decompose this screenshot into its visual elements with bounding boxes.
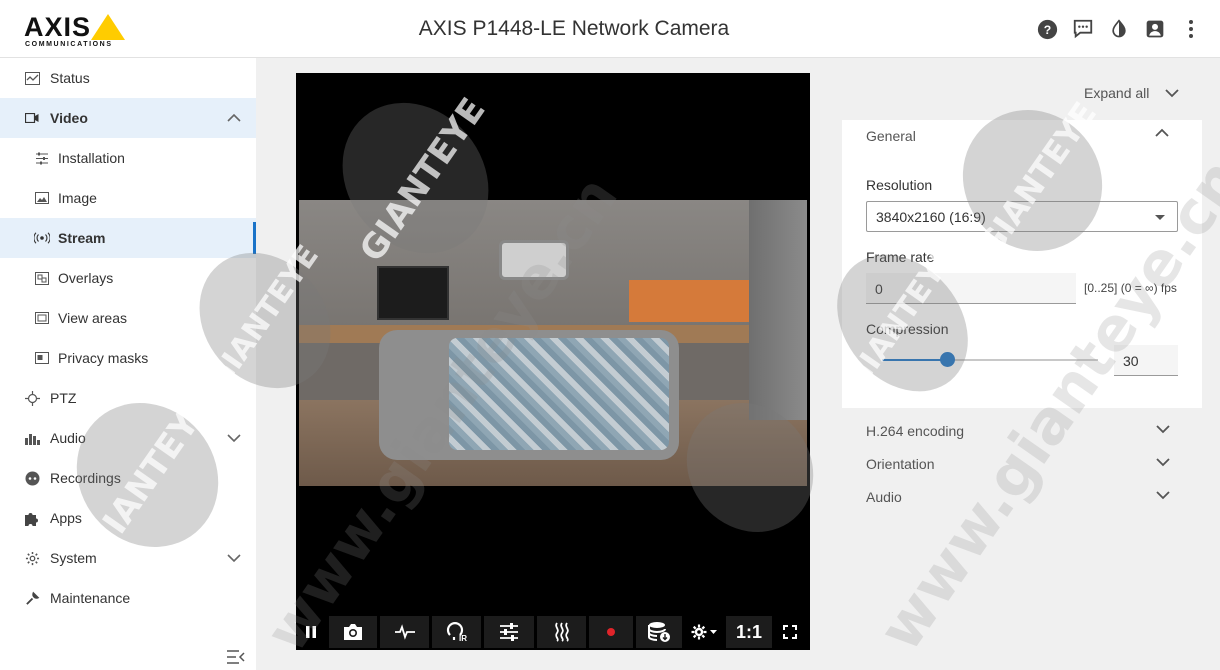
- apps-icon: [24, 510, 40, 526]
- fullscreen-button[interactable]: [775, 616, 805, 648]
- section-title: Orientation: [866, 456, 935, 472]
- privacy-masks-icon: [34, 350, 50, 366]
- image-icon: [34, 190, 50, 206]
- pulse-icon: [394, 624, 415, 640]
- sidebar-item-label: Overlays: [58, 270, 114, 286]
- ir-label: IR: [459, 634, 467, 642]
- resolution-value: 3840x2160 (16:9): [876, 209, 986, 225]
- heat-icon: [554, 622, 569, 642]
- system-icon: [24, 550, 40, 566]
- sidebar-item-system[interactable]: System: [0, 538, 256, 578]
- sidebar-item-label: Installation: [58, 150, 125, 166]
- contrast-icon[interactable]: [1108, 18, 1130, 40]
- sidebar-item-label: Image: [58, 190, 97, 206]
- collapse-sidebar-icon[interactable]: [226, 648, 246, 666]
- chevron-up-icon[interactable]: [226, 110, 242, 126]
- sidebar-item-label: Video: [50, 110, 88, 126]
- snapshot-icon: [344, 624, 362, 640]
- header-actions: ?: [1036, 18, 1202, 40]
- sidebar-item-label: Privacy masks: [58, 350, 149, 366]
- maintenance-icon: [24, 590, 40, 606]
- ir-button[interactable]: IR: [432, 616, 481, 648]
- sidebar-item-installation[interactable]: Installation: [0, 138, 256, 178]
- chevron-down-icon[interactable]: [226, 430, 242, 446]
- player-toolbar: IR 1:1: [296, 614, 810, 650]
- audio-icon: [24, 430, 40, 446]
- feed-monitor: [377, 266, 449, 320]
- chevron-down-icon: [1156, 458, 1170, 467]
- status-icon: [24, 70, 40, 86]
- page-title: AXIS P1448-LE Network Camera: [418, 17, 730, 40]
- sidebar-item-label: System: [50, 550, 97, 566]
- user-icon[interactable]: [1144, 18, 1166, 40]
- chevron-down-icon: [1156, 491, 1170, 500]
- view-areas-icon: [34, 310, 50, 326]
- expand-all-label: Expand all: [1084, 85, 1150, 101]
- app-header: AXIS COMMUNICATIONS AXIS P1448-LE Networ…: [0, 0, 1220, 58]
- storage-button[interactable]: [636, 616, 682, 648]
- video-icon: [24, 110, 40, 126]
- ir-icon: IR: [446, 622, 467, 642]
- feed-shelf: [749, 200, 807, 420]
- storage-icon: [648, 622, 670, 642]
- section-title: H.264 encoding: [866, 423, 965, 439]
- more-vert-icon[interactable]: [1180, 18, 1202, 40]
- sidebar-item-maintenance[interactable]: Maintenance: [0, 578, 256, 618]
- record-icon: [607, 628, 615, 636]
- recordings-icon: [24, 470, 40, 486]
- heat-button[interactable]: [537, 616, 586, 648]
- help-icon[interactable]: ?: [1036, 18, 1058, 40]
- adjust-button[interactable]: [484, 616, 534, 648]
- chevron-up-icon[interactable]: [1154, 126, 1170, 138]
- overlays-icon: [34, 270, 50, 286]
- fullscreen-icon: [783, 625, 797, 639]
- general-section-title[interactable]: General: [866, 128, 916, 144]
- sidebar-item-label: View areas: [58, 310, 128, 326]
- sidebar-item-label: PTZ: [50, 390, 77, 406]
- chevron-down-icon[interactable]: [226, 550, 242, 566]
- sidebar-item-label: Apps: [50, 510, 82, 526]
- resolution-label: Resolution: [866, 177, 933, 193]
- chevron-down-icon: [1156, 425, 1170, 434]
- settings-icon: [691, 624, 717, 640]
- adjust-icon: [500, 623, 518, 641]
- pulse-button[interactable]: [380, 616, 429, 648]
- zoom-ratio-button[interactable]: 1:1: [726, 616, 772, 648]
- sidebar-item-video[interactable]: Video: [0, 98, 256, 138]
- feedback-icon[interactable]: [1072, 18, 1094, 40]
- feed-boxes: [629, 280, 759, 322]
- ptz-icon: [24, 390, 40, 406]
- settings-button[interactable]: [685, 616, 723, 648]
- section-title: Audio: [866, 489, 902, 505]
- stream-icon: [34, 230, 50, 246]
- svg-text:?: ?: [1043, 22, 1050, 36]
- chevron-down-icon: [1165, 89, 1180, 98]
- installation-icon: [34, 150, 50, 166]
- sidebar-item-label: Status: [50, 70, 90, 86]
- sidebar-item-label: Stream: [58, 230, 106, 246]
- sidebar-item-label: Maintenance: [50, 590, 131, 606]
- record-button[interactable]: [589, 616, 633, 648]
- sidebar-item-stream[interactable]: Stream: [0, 218, 256, 258]
- expand-all-button[interactable]: Expand all: [1084, 85, 1180, 101]
- sidebar-item-status[interactable]: Status: [0, 58, 256, 98]
- logo-subtitle: COMMUNICATIONS: [25, 41, 113, 48]
- sidebar-item-image[interactable]: Image: [0, 178, 256, 218]
